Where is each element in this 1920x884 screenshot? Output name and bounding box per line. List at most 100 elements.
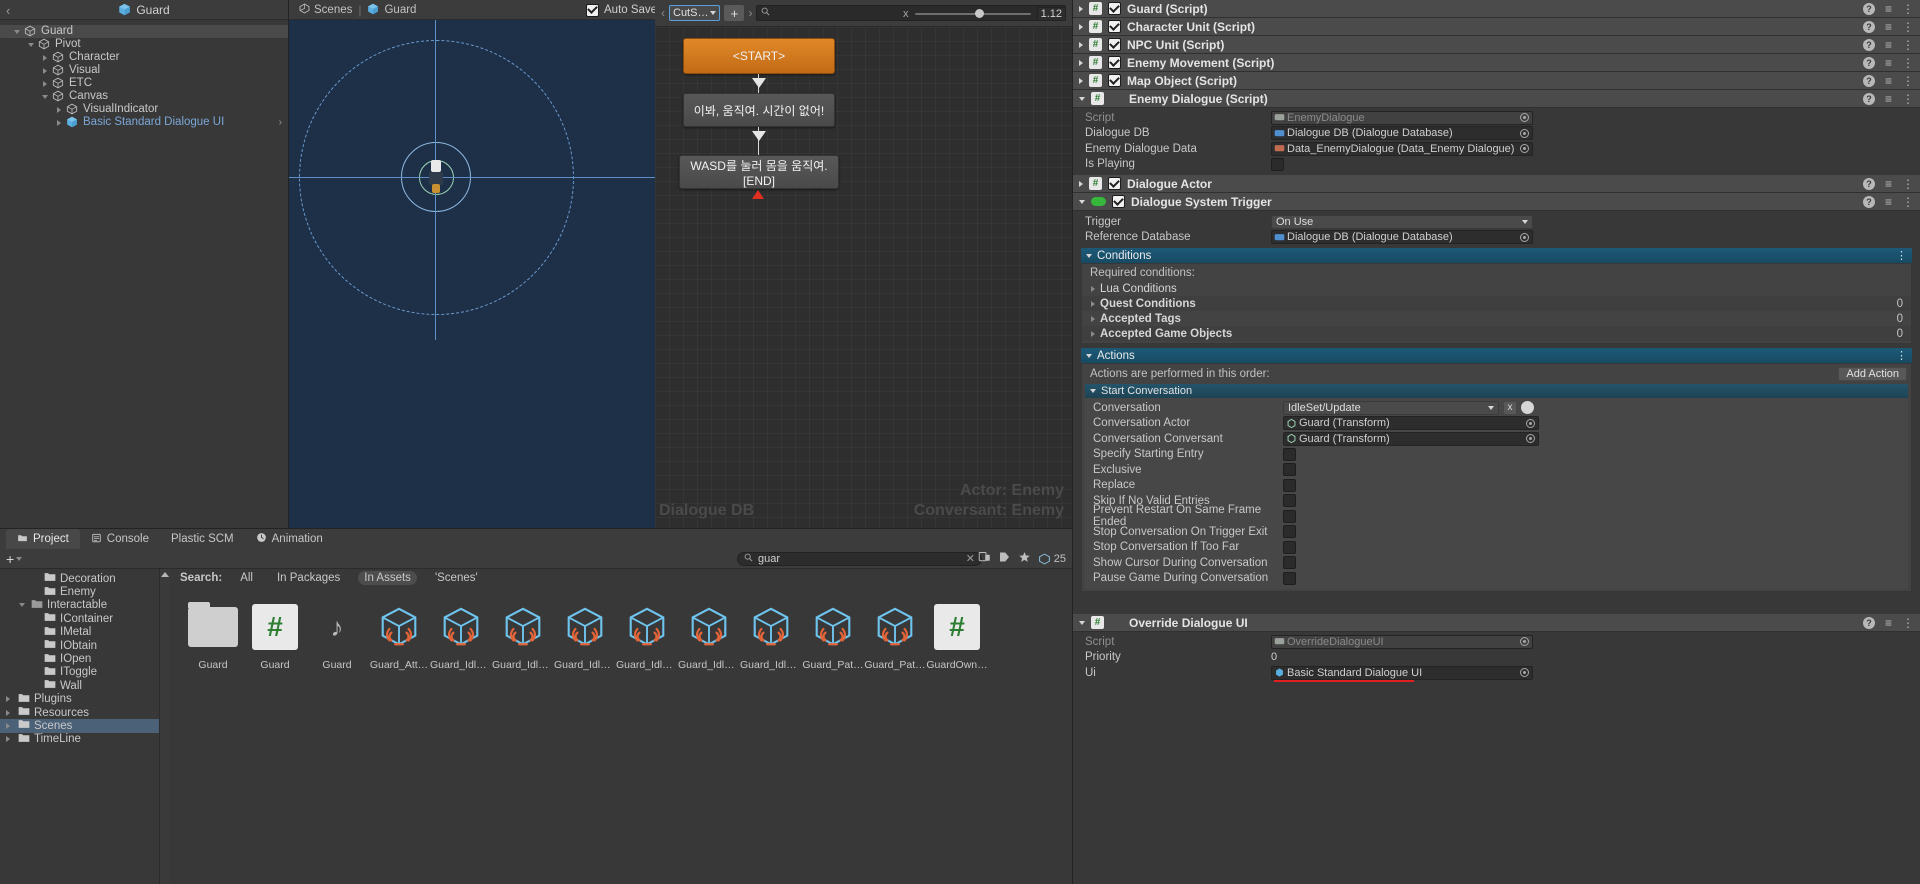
object-picker-icon[interactable] <box>1520 113 1529 123</box>
expand-arrow-icon[interactable] <box>6 709 14 716</box>
object-picker-icon[interactable] <box>1520 128 1529 138</box>
expand-arrow-icon[interactable] <box>1091 285 1095 292</box>
collapse-arrow-icon[interactable] <box>19 603 27 608</box>
create-asset-button[interactable]: + <box>6 552 23 566</box>
object-field[interactable]: OverrideDialogueUI <box>1271 634 1533 649</box>
tab-guard[interactable]: Guard <box>363 3 420 16</box>
more-options-icon[interactable]: ⋮ <box>1902 3 1914 15</box>
component-header-dialogue-system-trigger[interactable]: Dialogue System Trigger? ≡ ⋮ <box>1073 193 1920 211</box>
more-options-icon[interactable]: ⋮ <box>1902 75 1914 87</box>
component-enabled-checkbox[interactable] <box>1112 195 1125 208</box>
collapse-arrow-icon[interactable] <box>40 94 49 99</box>
project-search-input[interactable]: guar ✕ <box>737 551 982 566</box>
hierarchy-item-visual[interactable]: Visual <box>0 64 288 77</box>
asset-item[interactable]: Guard_Idle… <box>492 599 554 671</box>
object-field[interactable]: Data_EnemyDialogue (Data_Enemy Dialogue) <box>1271 141 1533 156</box>
add-action-button[interactable]: Add Action <box>1838 367 1907 381</box>
collapse-arrow-icon[interactable] <box>1079 199 1085 204</box>
preset-icon[interactable]: ≡ <box>1885 195 1892 209</box>
conversation-dropdown[interactable]: IdleSet/Update <box>1283 400 1499 415</box>
checkbox[interactable] <box>1283 447 1296 461</box>
component-header-override-dialogue-ui[interactable]: # Override Dialogue UI? ≡ ⋮ <box>1073 614 1920 632</box>
node-start[interactable]: <START> <box>683 38 835 74</box>
project-tree-scrollbar[interactable] <box>160 569 170 884</box>
checkbox[interactable] <box>1271 157 1284 171</box>
help-icon[interactable]: ? <box>1862 74 1875 87</box>
project-tree-item-wall[interactable]: Wall <box>0 679 159 692</box>
object-field[interactable]: Guard (Transform) <box>1283 431 1539 446</box>
component-header-enemy-movement-script[interactable]: # Enemy Movement (Script)? ≡ ⋮ <box>1073 54 1920 72</box>
project-tree-item-plugins[interactable]: Plugins <box>0 693 159 706</box>
expand-arrow-icon[interactable] <box>1079 41 1083 48</box>
object-field[interactable]: Dialogue DB (Dialogue Database) <box>1271 126 1533 141</box>
collapse-arrow-icon[interactable] <box>1079 96 1085 101</box>
checkbox[interactable] <box>1283 556 1296 570</box>
object-picker-icon[interactable] <box>1520 637 1529 647</box>
filter-by-label-icon[interactable] <box>998 551 1011 566</box>
condition-row-accepted-tags[interactable]: Accepted Tags 0 <box>1082 311 1911 326</box>
project-tree-item-timeline[interactable]: TimeLine <box>0 733 159 746</box>
expand-arrow-icon[interactable] <box>54 119 63 126</box>
preset-icon[interactable]: ≡ <box>1885 92 1892 106</box>
project-tree-item-decoration[interactable]: Decoration <box>0 572 159 585</box>
checkbox[interactable] <box>1283 571 1296 585</box>
hierarchy-item-basic-standard-dialogue-ui[interactable]: Basic Standard Dialogue UI › <box>0 116 288 129</box>
expand-arrow-icon[interactable] <box>1091 315 1095 322</box>
project-tab-plastic-scm[interactable]: Plastic SCM <box>160 529 245 549</box>
pick-conversation-button[interactable] <box>1521 401 1534 415</box>
asset-item[interactable]: Guard_Idle… <box>554 599 616 671</box>
project-asset-grid[interactable]: Guard # Guard ♪ Guard Guard_Att… Guard_Idle… Gu… <box>170 587 1072 671</box>
asset-item[interactable]: Guard_Idle… <box>740 599 802 671</box>
component-header-map-object-script[interactable]: # Map Object (Script)? ≡ ⋮ <box>1073 72 1920 90</box>
expand-arrow-icon[interactable] <box>6 722 14 729</box>
expand-arrow-icon[interactable] <box>40 80 49 87</box>
more-options-icon[interactable]: ⋮ <box>1902 196 1914 208</box>
project-tree-item-resources[interactable]: Resources <box>0 706 159 719</box>
component-header-dialogue-actor[interactable]: # Dialogue Actor? ≡ ⋮ <box>1073 175 1920 193</box>
preset-icon[interactable]: ≡ <box>1885 74 1892 88</box>
asset-item[interactable]: ♪ Guard <box>306 599 368 672</box>
hierarchy-item-pivot[interactable]: Pivot <box>0 38 288 51</box>
project-tree-item-itoggle[interactable]: IToggle <box>0 666 159 679</box>
asset-item[interactable]: Guard_Pat… <box>864 599 926 671</box>
component-header-character-unit-script[interactable]: # Character Unit (Script)? ≡ ⋮ <box>1073 18 1920 36</box>
project-tab-console[interactable]: Console <box>80 529 160 549</box>
nav-back-icon[interactable]: ‹ <box>661 6 665 20</box>
node-dialogue-2[interactable]: WASD를 눌러 몸을 움직여. [END] <box>679 155 839 189</box>
component-header-enemy-dialogue-script[interactable]: # Enemy Dialogue (Script)? ≡ ⋮ <box>1073 90 1920 108</box>
more-options-icon[interactable]: ⋮ <box>1902 57 1914 69</box>
object-picker-icon[interactable] <box>1520 668 1529 678</box>
search-scope-all[interactable]: All <box>234 571 259 585</box>
help-icon[interactable]: ? <box>1862 177 1875 190</box>
more-options-icon[interactable]: ⋮ <box>1902 21 1914 33</box>
expand-arrow-icon[interactable] <box>40 67 49 74</box>
filter-by-type-icon[interactable] <box>978 551 991 566</box>
preset-icon[interactable]: ≡ <box>1885 616 1892 630</box>
preset-icon[interactable]: ≡ <box>1885 38 1892 52</box>
clear-search-icon[interactable]: ✕ <box>966 552 975 565</box>
checkbox[interactable] <box>1283 540 1296 554</box>
zoom-slider-handle[interactable] <box>974 9 984 18</box>
zoom-slider-bar[interactable]: x 1.12 <box>897 0 1072 27</box>
object-field[interactable]: Guard (Transform) <box>1283 416 1539 431</box>
more-options-icon[interactable]: ⋮ <box>1902 39 1914 51</box>
asset-item[interactable]: # Guard <box>244 599 306 671</box>
checkbox[interactable] <box>1283 494 1296 508</box>
component-enabled-checkbox[interactable] <box>1108 38 1121 51</box>
expand-arrow-icon[interactable] <box>1079 23 1083 30</box>
preset-icon[interactable]: ≡ <box>1885 177 1892 191</box>
help-icon[interactable]: ? <box>1862 616 1875 629</box>
project-tree-item-enemy[interactable]: Enemy <box>0 585 159 598</box>
project-tab-animation[interactable]: Animation <box>245 529 334 549</box>
expand-arrow-icon[interactable] <box>1079 620 1085 625</box>
component-enabled-checkbox[interactable] <box>1108 177 1121 190</box>
actions-menu-icon[interactable]: ⋮ <box>1896 349 1907 362</box>
expand-arrow-icon[interactable] <box>1079 5 1083 12</box>
expand-arrow-icon[interactable] <box>1079 180 1083 187</box>
trigger-dropdown[interactable]: On Use <box>1271 214 1533 229</box>
expand-arrow-icon[interactable] <box>1091 330 1095 337</box>
zoom-value-field[interactable]: 1.12 <box>1036 6 1066 21</box>
expand-arrow-icon[interactable] <box>1079 59 1083 66</box>
guard-character-sprite[interactable] <box>427 160 445 194</box>
search-scope-in-packages[interactable]: In Packages <box>271 571 346 585</box>
